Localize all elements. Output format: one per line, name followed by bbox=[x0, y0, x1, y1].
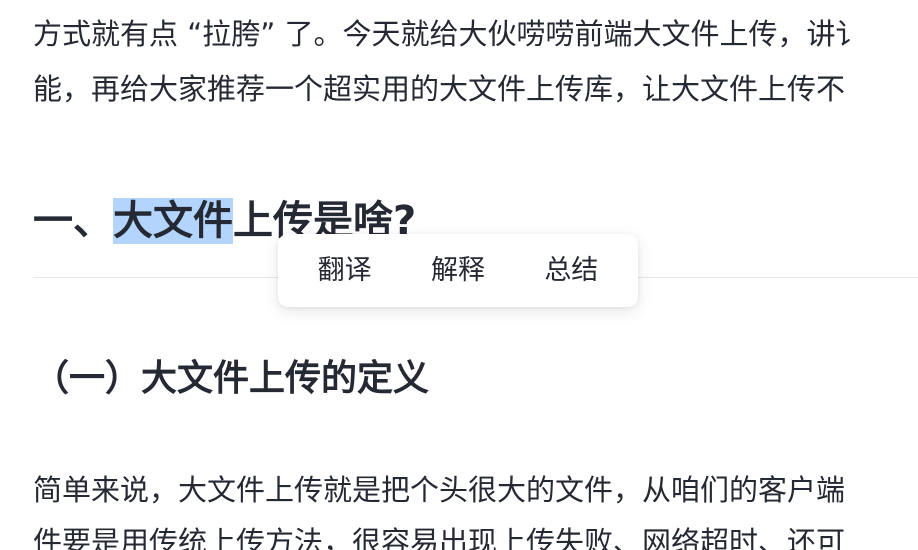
paragraph-line: 方式就有点 “拉胯” 了。今天就给大伙唠唠前端大文件上传，讲讠 bbox=[33, 17, 865, 51]
translate-button[interactable]: 翻译 bbox=[308, 249, 382, 293]
paragraph-line: 能，再给大家推荐一个超实用的大文件上传库，让大文件上传不 bbox=[33, 72, 846, 106]
selected-text[interactable]: 大文件 bbox=[113, 198, 233, 244]
heading-prefix: 一、 bbox=[33, 198, 113, 244]
summarize-button[interactable]: 总结 bbox=[534, 249, 608, 293]
explain-button[interactable]: 解释 bbox=[421, 249, 495, 293]
paragraph-line: 简单来说，大文件上传就是把个头很大的文件，从咱们的客户端 bbox=[33, 473, 846, 507]
subsection-heading: （一）大文件上传的定义 bbox=[33, 358, 430, 399]
selection-popup: 翻译 解释 总结 bbox=[278, 234, 638, 307]
paragraph-line: 件要是用传统上传方法，很容易出现上传失败、网络超时、还可 bbox=[33, 525, 846, 550]
